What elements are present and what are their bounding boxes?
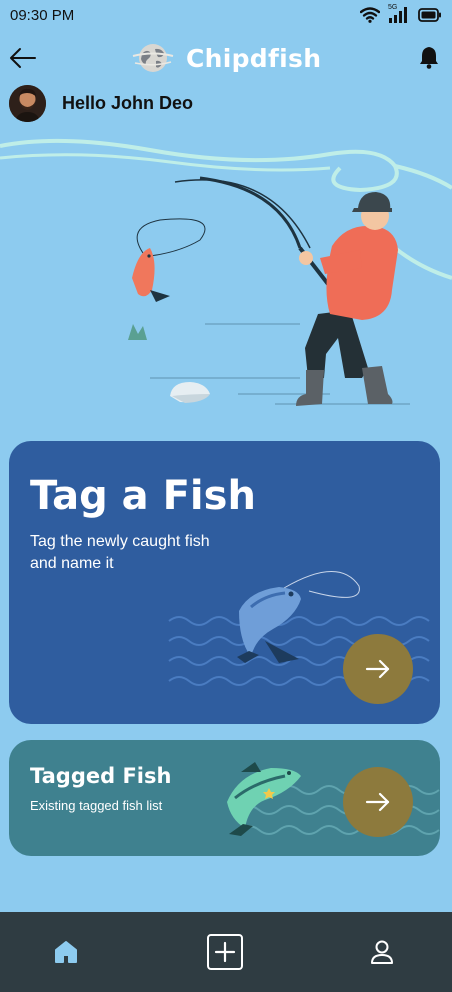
card-title: Tagged Fish [30,764,172,788]
greeting-text: Hello John Deo [62,92,194,113]
arrow-left-icon [10,48,36,68]
status-icons: 5G [360,4,442,24]
avatar[interactable] [9,84,46,122]
tag-fish-card[interactable]: Tag a Fish Tag the newly caught fish and… [9,441,440,724]
status-bar: 09:30 PM 5G [0,0,452,30]
nav-add[interactable] [205,932,245,972]
home-icon [55,941,77,963]
wifi-icon [360,7,380,23]
app-name: Chipdfish [186,43,322,73]
tagged-fish-go-button[interactable] [343,767,413,837]
plus-square-icon [207,934,243,970]
globe-logo-icon [132,44,174,72]
notifications-button[interactable] [418,44,440,70]
tag-fish-go-button[interactable] [343,634,413,704]
card-subtitle: Existing tagged fish list [30,798,163,813]
user-icon [371,940,393,964]
cellular-signal-icon: 5G [388,4,410,24]
bell-icon [420,47,438,69]
bottom-nav [0,912,452,992]
avatar-portrait [9,84,46,122]
battery-icon [418,8,441,22]
nav-profile[interactable] [362,932,402,972]
back-button[interactable] [8,44,38,72]
app-header: Chipdfish [0,36,452,80]
fisherman-illustration [0,138,452,406]
status-time: 09:30 PM [10,6,75,24]
card-subtitle: Tag the newly caught fish and name it [30,533,210,572]
card-title: Tag a Fish [30,473,256,519]
arrow-right-icon [365,792,390,812]
tagged-fish-card[interactable]: Tagged Fish Existing tagged fish list [9,740,440,856]
user-greeting: Hello John Deo [9,84,193,122]
brand: Chipdfish [130,38,321,78]
arrow-right-icon [365,659,390,679]
nav-home[interactable] [46,932,86,972]
